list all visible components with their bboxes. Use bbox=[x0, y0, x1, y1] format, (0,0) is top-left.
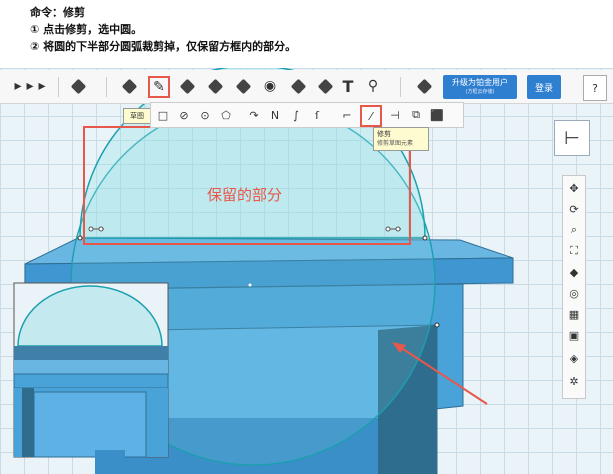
instruction-step-2: ② 将圆的下半部分圆弧裁剪掉，仅保留方框内的部分。 bbox=[30, 40, 297, 53]
vertex-point bbox=[434, 322, 440, 328]
orbit-icon[interactable]: ⟳ bbox=[566, 201, 582, 217]
grouping-icon[interactable]: ◉ bbox=[260, 76, 280, 96]
material-icon[interactable] bbox=[414, 76, 434, 96]
snap-icon[interactable]: ⚲ bbox=[363, 76, 383, 96]
pattern-icon[interactable] bbox=[233, 76, 253, 96]
measure-icon[interactable] bbox=[315, 76, 335, 96]
3d-viewport[interactable] bbox=[0, 68, 613, 474]
kept-part-label: 保留的部分 bbox=[207, 186, 283, 204]
vertex-point bbox=[77, 235, 83, 241]
fit-view-icon[interactable]: ⛶ bbox=[566, 243, 582, 259]
rectangle-icon[interactable]: □ bbox=[155, 107, 171, 123]
text-tool-icon[interactable]: T bbox=[338, 76, 358, 96]
camera-icon[interactable]: ▣ bbox=[566, 327, 582, 343]
spline-icon[interactable]: ∫ bbox=[288, 107, 304, 123]
navigation-panel: ✥ ⟳ ⌕ ⛶ ◆ ◎ ▦ ▣ ◈ ✲ bbox=[562, 175, 586, 399]
arc-icon[interactable]: ↷ bbox=[246, 107, 262, 123]
circle-icon[interactable]: ⊘ bbox=[176, 107, 192, 123]
modify-icon[interactable] bbox=[205, 76, 225, 96]
main-toolbar: ▸ ▸ ▸ ✎ ◉ T ⚲ 升级为铂金用户 (方框云存储) 登录 ? bbox=[0, 70, 613, 104]
login-button[interactable]: 登录 bbox=[527, 75, 561, 99]
shaded-view-icon[interactable]: ◆ bbox=[566, 264, 582, 280]
offset-icon[interactable]: ⧉ bbox=[408, 107, 424, 123]
construct-icon[interactable] bbox=[177, 76, 197, 96]
divider bbox=[400, 77, 401, 97]
divider bbox=[58, 77, 59, 97]
project-icon[interactable]: ⬛ bbox=[429, 107, 445, 123]
trim-tooltip: 修剪 修剪草图元素 bbox=[373, 127, 429, 151]
combine-icon[interactable] bbox=[288, 76, 308, 96]
vertex-point bbox=[248, 283, 252, 287]
curve-icon[interactable]: ſ bbox=[309, 107, 325, 123]
instruction-title: 命令：修剪 bbox=[30, 6, 85, 19]
instruction-step-1: ① 点击修剪，选中圆。 bbox=[30, 23, 143, 36]
divider bbox=[106, 77, 107, 97]
help-button[interactable]: ? bbox=[583, 75, 607, 101]
zoom-icon[interactable]: ⌕ bbox=[566, 222, 582, 238]
inset-preview bbox=[13, 282, 169, 458]
add-primitive-icon[interactable] bbox=[68, 76, 88, 96]
ellipse-icon[interactable]: ⊙ bbox=[197, 107, 213, 123]
sketch-subtoolbar: □ ⊘ ⊙ ⬠ ↷ Ν ∫ ſ ⌐ ⁄ ⊣ ⧉ ⬛ bbox=[150, 102, 464, 128]
scene-drawing bbox=[13, 68, 514, 474]
sketch-tooltip: 草图 bbox=[123, 108, 151, 124]
extend-icon[interactable]: ⊣ bbox=[387, 107, 403, 123]
vertex-point bbox=[422, 235, 428, 241]
primitive-icon[interactable] bbox=[119, 76, 139, 96]
upgrade-sublabel: (方框云存储) bbox=[465, 89, 495, 95]
grid-icon[interactable]: ▦ bbox=[566, 306, 582, 322]
settings-icon[interactable]: ✲ bbox=[566, 373, 582, 389]
polygon-icon[interactable]: ⬠ bbox=[218, 107, 234, 123]
pan-icon[interactable]: ✥ bbox=[566, 180, 582, 196]
polyline-icon[interactable]: Ν bbox=[267, 107, 283, 123]
back-icon[interactable]: ▸ bbox=[32, 76, 52, 96]
sketch-tool-icon[interactable]: ✎ bbox=[148, 76, 170, 98]
leg bbox=[95, 450, 125, 474]
trim-icon[interactable]: ⁄ bbox=[360, 105, 382, 127]
trim-tooltip-desc: 修剪草图元素 bbox=[377, 140, 414, 147]
upgrade-button[interactable]: 升级为铂金用户 (方框云存储) bbox=[443, 75, 517, 99]
trim-tooltip-title: 修剪 bbox=[377, 130, 391, 138]
view-cube[interactable]: ⊢ bbox=[554, 120, 590, 156]
visibility-icon[interactable]: ◎ bbox=[566, 285, 582, 301]
upgrade-label: 升级为铂金用户 bbox=[452, 78, 508, 87]
material-view-icon[interactable]: ◈ bbox=[566, 350, 582, 366]
fillet-icon[interactable]: ⌐ bbox=[339, 107, 355, 123]
